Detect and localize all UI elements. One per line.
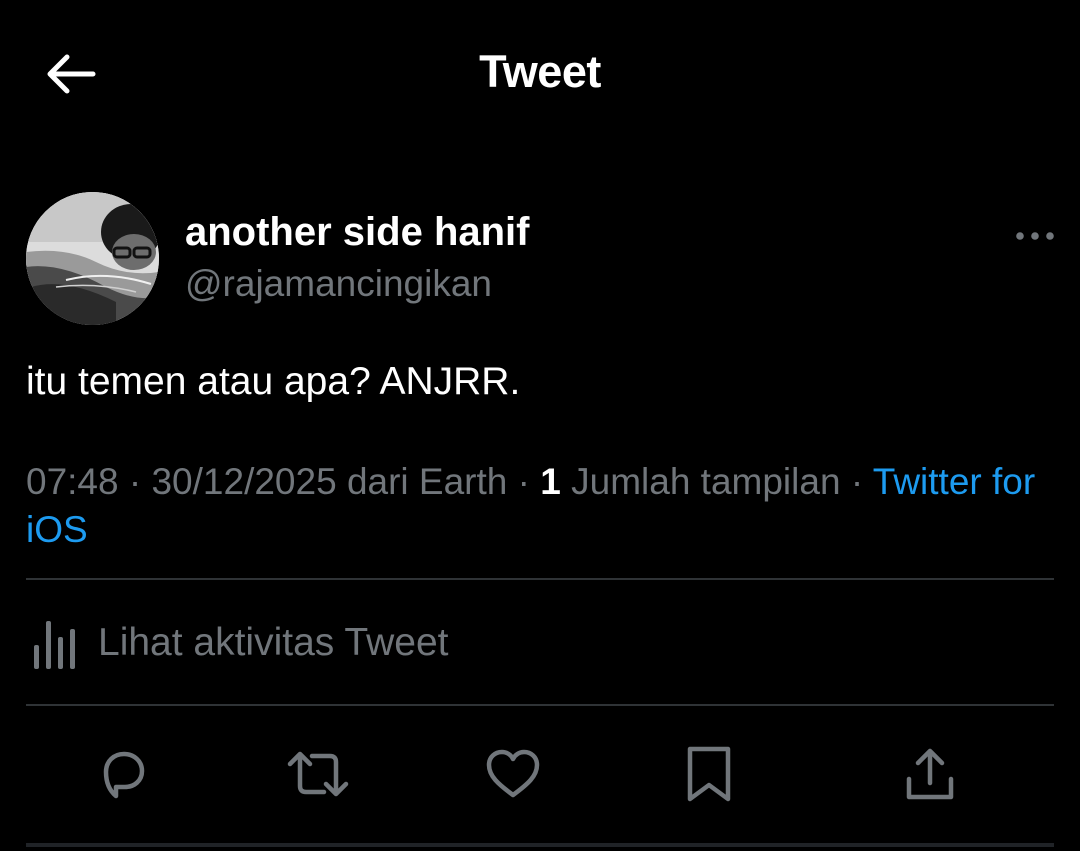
- view-tweet-activity[interactable]: Lihat aktivitas Tweet: [26, 608, 1054, 678]
- tweet-time[interactable]: 07:48: [26, 461, 119, 502]
- more-options-button[interactable]: [1012, 220, 1058, 252]
- page-title: Tweet: [479, 46, 601, 97]
- share-icon: [906, 748, 954, 800]
- divider: [26, 704, 1054, 706]
- tweet-date[interactable]: 30/12/2025: [151, 461, 336, 502]
- tweet-location: dari Earth: [346, 461, 508, 502]
- reply-button[interactable]: [92, 742, 156, 806]
- profile-photo: [26, 192, 159, 325]
- meta-separator: ·: [517, 461, 530, 502]
- meta-separator: ·: [128, 461, 142, 502]
- reply-icon: [103, 751, 145, 799]
- like-button[interactable]: [481, 742, 545, 806]
- author-display-name[interactable]: another side hanif: [185, 210, 530, 255]
- view-tweet-activity-label: Lihat aktivitas Tweet: [98, 621, 449, 664]
- view-count-label: Jumlah tampilan: [571, 461, 841, 502]
- retweet-icon: [287, 751, 349, 797]
- retweet-button[interactable]: [286, 742, 350, 806]
- bookmark-icon: [687, 746, 731, 802]
- top-app-bar: Tweet: [0, 0, 1080, 150]
- bottom-divider: [26, 843, 1054, 847]
- analytics-bars-icon: [34, 621, 75, 669]
- more-dots-icon: [1016, 232, 1054, 240]
- bookmark-button[interactable]: [677, 742, 741, 806]
- author-handle[interactable]: @rajamancingikan: [185, 263, 492, 305]
- avatar[interactable]: [26, 192, 159, 325]
- tweet-metadata: 07:48 · 30/12/2025 dari Earth · 1 Jumlah…: [26, 458, 1046, 554]
- tweet-text: itu temen atau apa? ANJRR.: [26, 360, 521, 403]
- share-button[interactable]: [898, 742, 962, 806]
- divider: [26, 578, 1054, 580]
- view-count: 1: [540, 461, 561, 502]
- meta-separator: ·: [850, 461, 864, 502]
- heart-icon: [486, 749, 540, 798]
